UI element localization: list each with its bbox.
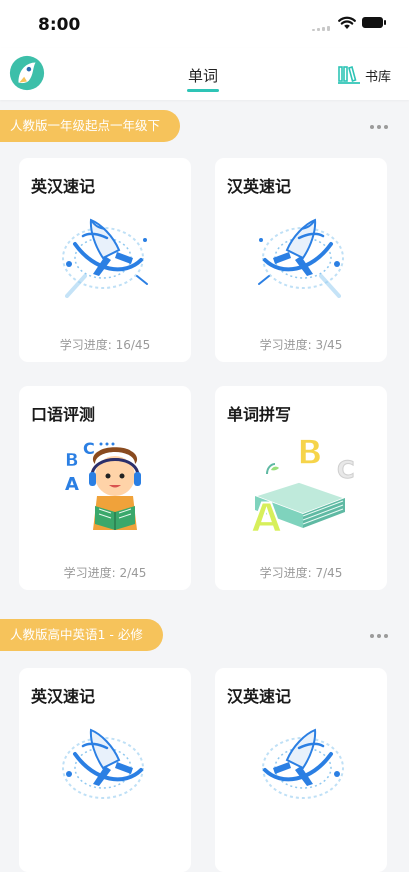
top-nav-bar: 单词 书库 — [0, 48, 409, 100]
card-cn-en-flashcards[interactable]: 汉英速记 — [215, 668, 387, 872]
svg-text:C: C — [337, 456, 355, 484]
card-cn-en-flashcards[interactable]: 汉英速记 学习进度: 3/45 — [215, 158, 387, 362]
card-progress: 学习进度: 3/45 — [259, 338, 343, 352]
tab-active-indicator — [187, 89, 219, 92]
card-en-cn-flashcards[interactable]: 英汉速记 学习进度: 16/45 — [19, 158, 191, 362]
library-label: 书库 — [365, 69, 392, 85]
card-title: 汉英速记 — [227, 177, 292, 196]
card-progress: 学习进度: 2/45 — [63, 566, 147, 580]
card-en-cn-flashcards[interactable]: 英汉速记 — [19, 668, 191, 872]
rocket-icon — [62, 218, 148, 298]
rocket-icon — [62, 728, 144, 799]
card-title: 口语评测 — [31, 405, 96, 424]
tab-words[interactable]: 单词 — [188, 65, 218, 86]
section-label[interactable]: 人教版高中英语1 - 必修 — [0, 619, 163, 651]
card-progress: 学习进度: 7/45 — [259, 566, 343, 580]
rocket-icon — [262, 728, 344, 799]
svg-text:B: B — [65, 450, 79, 471]
svg-text:C: C — [83, 439, 95, 458]
svg-text:B: B — [297, 434, 323, 473]
app-logo-icon[interactable] — [8, 54, 46, 92]
abc-book-icon: B C A — [250, 434, 355, 534]
rocket-icon — [258, 218, 344, 298]
svg-text:A: A — [65, 474, 79, 495]
status-time: 8:00 — [38, 15, 81, 35]
library-button[interactable]: 书库 — [338, 64, 391, 86]
svg-text:A: A — [251, 496, 282, 534]
section-label[interactable]: 人教版一年级起点一年级下 — [0, 110, 181, 142]
card-speaking-test[interactable]: 口语评测 B C A 学习进度: 2/45 — [19, 386, 191, 590]
battery-icon — [362, 17, 386, 28]
cellular-signal-icon — [312, 25, 334, 31]
headphone-boy-icon: B C A — [65, 439, 141, 530]
card-progress: 学习进度: 16/45 — [59, 338, 151, 352]
card-title: 单词拼写 — [227, 405, 292, 424]
card-title: 英汉速记 — [31, 687, 96, 706]
wifi-icon — [338, 16, 356, 29]
card-title: 汉英速记 — [227, 687, 292, 706]
status-bar: 8:00 — [0, 0, 409, 48]
more-options-icon[interactable] — [370, 633, 388, 639]
card-word-spelling[interactable]: 单词拼写 B C A 学习进度: 7/45 — [215, 386, 387, 590]
bookshelf-icon — [338, 65, 360, 84]
more-options-icon[interactable] — [370, 124, 388, 130]
card-title: 英汉速记 — [31, 177, 96, 196]
